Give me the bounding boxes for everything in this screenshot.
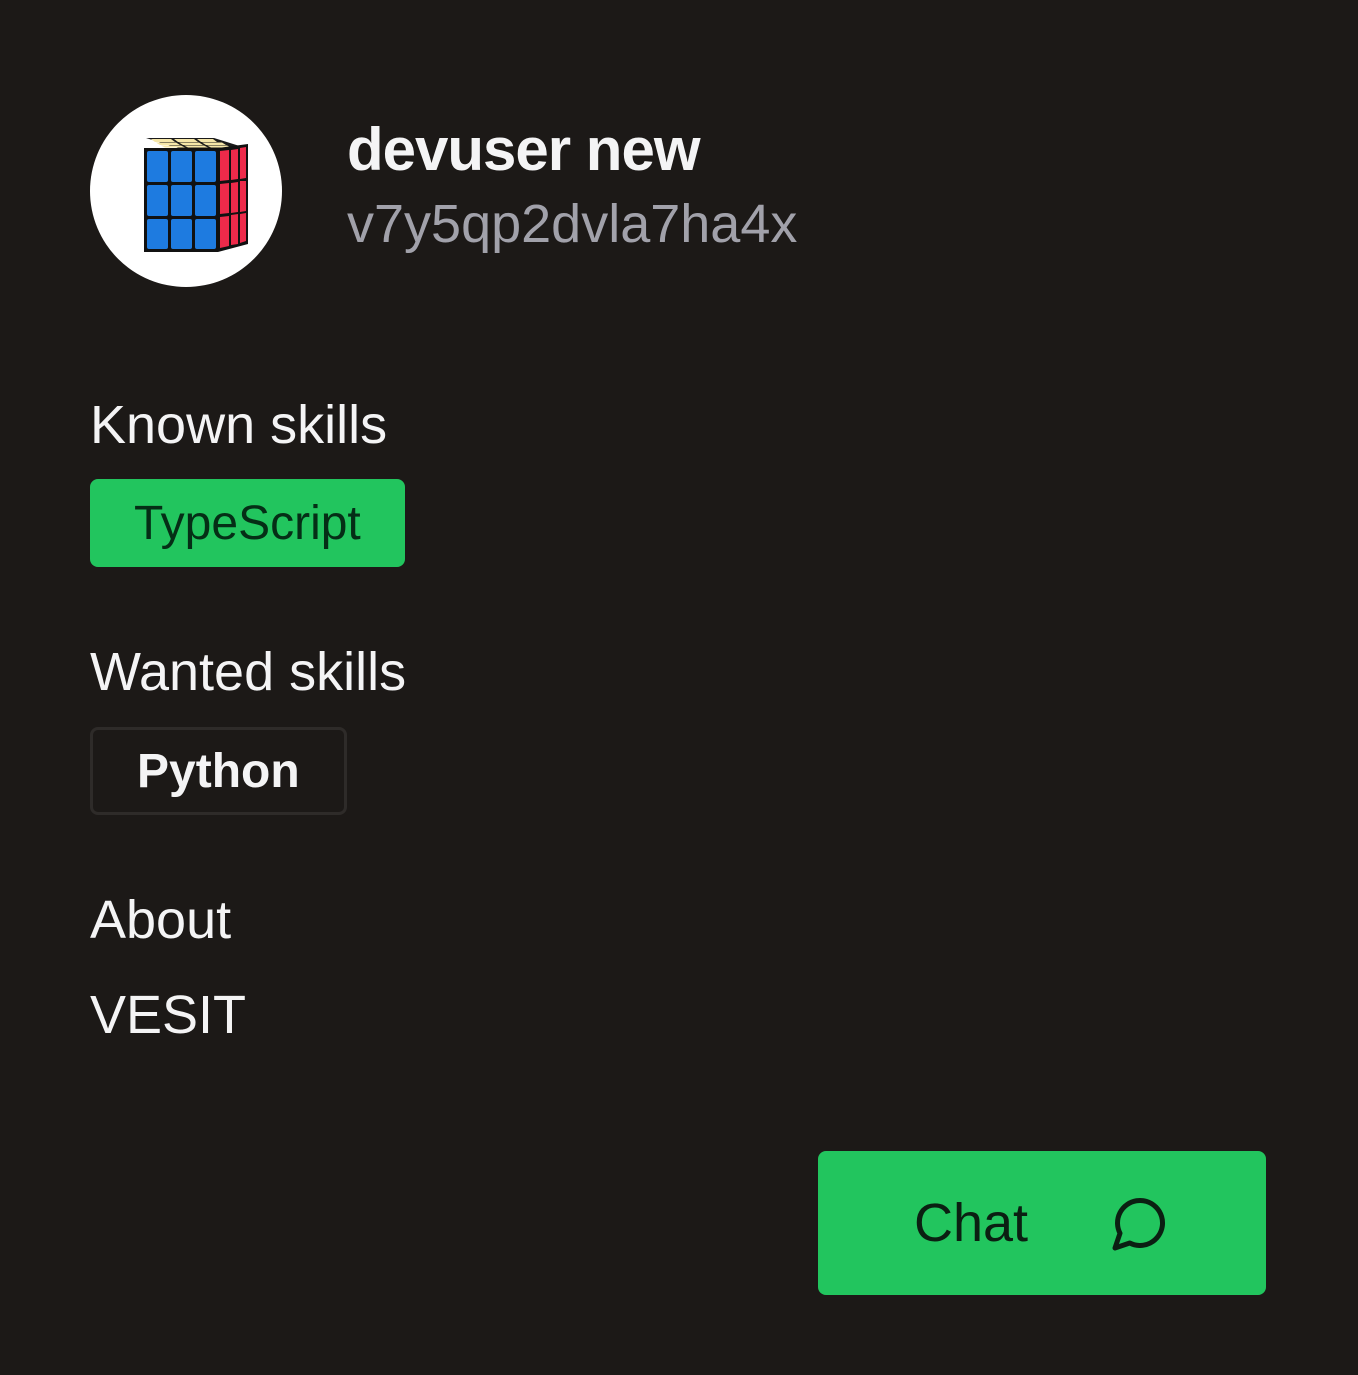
about-text: VESIT	[90, 985, 247, 1045]
rubiks-cube-icon	[144, 138, 248, 252]
message-circle-icon	[1110, 1193, 1170, 1253]
username: v7y5qp2dvla7ha4x	[347, 193, 798, 254]
display-name: devuser new	[347, 115, 701, 183]
chat-button-label: Chat	[913, 1193, 1029, 1253]
about-title: About	[90, 890, 232, 950]
wanted-skills-title: Wanted skills	[90, 642, 407, 702]
profile-card: devuser new v7y5qp2dvla7ha4x Known skill…	[0, 0, 1358, 1375]
profile-identity: devuser new v7y5qp2dvla7ha4x	[347, 114, 797, 257]
profile-header: devuser new v7y5qp2dvla7ha4x	[90, 95, 797, 287]
avatar	[90, 95, 282, 287]
wanted-skill-tag: Python	[90, 727, 347, 815]
known-skills-title: Known skills	[90, 395, 388, 455]
known-skill-tag: TypeScript	[90, 479, 405, 567]
chat-button[interactable]: Chat	[818, 1151, 1266, 1295]
